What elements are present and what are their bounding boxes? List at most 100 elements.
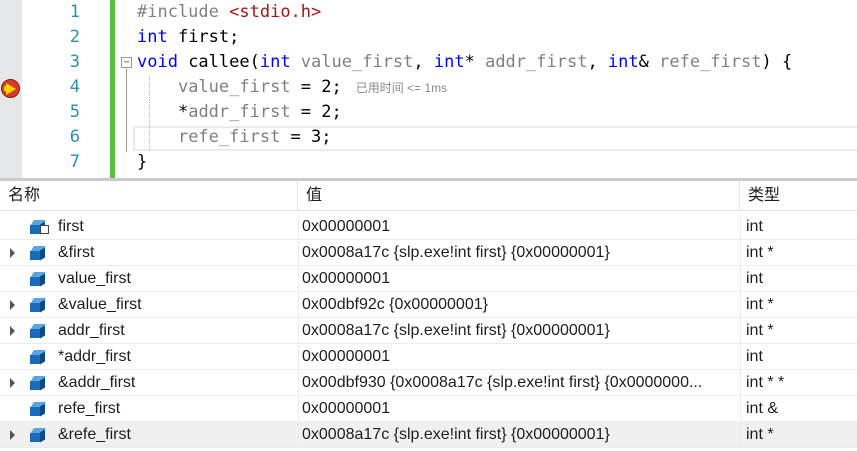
perf-tip[interactable]: 已用时间 <= 1ms xyxy=(356,81,447,95)
code-line-6[interactable]: refe_first = 3; xyxy=(137,125,332,150)
watch-type-cell[interactable]: int xyxy=(746,214,857,240)
static-badge-icon xyxy=(40,225,49,234)
code-area[interactable]: − #include <stdio.h> int first; void cal… xyxy=(115,0,857,178)
code-text: = 3; xyxy=(280,127,332,147)
variable-icon xyxy=(30,298,46,313)
watch-window[interactable]: 名称 值 类型 first 0x00000001 int &first 0x0008a1… xyxy=(0,178,857,451)
watch-type-cell[interactable]: int & xyxy=(746,396,857,422)
column-divider xyxy=(298,318,299,344)
variable-icon xyxy=(30,376,46,391)
column-divider xyxy=(740,344,741,370)
watch-row[interactable]: &addr_first 0x00dbf930 {0x0008a17c {slp.e… xyxy=(0,370,857,396)
watch-value-cell[interactable]: 0x00dbf92c {0x00000001} xyxy=(302,292,740,318)
column-header-type[interactable]: 类型 xyxy=(740,181,857,211)
variable-icon xyxy=(30,350,46,365)
watch-type-cell[interactable]: int * * xyxy=(746,370,857,396)
code-text: } xyxy=(137,152,148,172)
column-divider xyxy=(740,240,741,266)
keyword: int xyxy=(607,52,639,72)
watch-type-cell[interactable]: int * xyxy=(746,422,857,448)
column-divider xyxy=(298,396,299,422)
watch-name-cell[interactable]: &addr_first xyxy=(58,370,296,396)
watch-row[interactable]: value_first 0x00000001 int xyxy=(0,266,857,292)
code-line-3[interactable]: void callee(int value_first, int* addr_f… xyxy=(137,50,792,75)
code-text: * xyxy=(177,102,189,122)
watch-type-cell[interactable]: int * xyxy=(746,240,857,266)
column-divider xyxy=(298,214,299,240)
watch-row[interactable]: &value_first 0x00dbf92c {0x00000001} int * xyxy=(0,292,857,318)
line-number: 1 xyxy=(69,2,80,22)
column-divider xyxy=(298,240,299,266)
line-number: 3 xyxy=(69,52,80,72)
watch-name-cell[interactable]: &first xyxy=(58,240,296,266)
breakpoint-margin[interactable] xyxy=(0,0,22,178)
column-divider xyxy=(298,292,299,318)
variable-icon xyxy=(30,324,46,339)
watch-row[interactable]: refe_first 0x00000001 int & xyxy=(0,396,857,422)
parameter-name: addr_first xyxy=(188,102,291,122)
watch-type-cell[interactable]: int xyxy=(746,344,857,370)
code-line-4[interactable]: value_first = 2; 已用时间 <= 1ms xyxy=(137,75,447,100)
code-line-2[interactable]: int first; xyxy=(137,25,239,50)
parameter-name: value_first xyxy=(290,52,414,72)
watch-name-cell[interactable]: *addr_first xyxy=(58,344,296,370)
instruction-pointer-arrow-icon xyxy=(6,83,16,95)
expand-arrow-icon[interactable] xyxy=(10,430,15,440)
code-line-5[interactable]: *addr_first = 2; xyxy=(137,100,342,125)
watch-value-cell[interactable]: 0x00dbf930 {0x0008a17c {slp.exe!int firs… xyxy=(302,370,740,396)
column-header-name[interactable]: 名称 xyxy=(0,181,298,211)
expand-arrow-icon[interactable] xyxy=(10,248,15,258)
column-divider xyxy=(740,214,741,240)
line-number: 6 xyxy=(69,127,80,147)
keyword: int xyxy=(433,52,465,72)
watch-value-cell[interactable]: 0x0008a17c {slp.exe!int first} {0x000000… xyxy=(302,422,740,448)
watch-name-cell[interactable]: addr_first xyxy=(58,318,296,344)
expand-arrow-icon[interactable] xyxy=(10,300,15,310)
watch-row[interactable]: addr_first 0x0008a17c {slp.exe!int first}… xyxy=(0,318,857,344)
watch-row[interactable]: &first 0x0008a17c {slp.exe!int first} {0x… xyxy=(0,240,857,266)
line-number: 2 xyxy=(69,27,80,47)
watch-type-cell[interactable]: int xyxy=(746,266,857,292)
watch-value-cell[interactable]: 0x00000001 xyxy=(302,396,740,422)
parameter-name: value_first xyxy=(177,77,291,97)
code-text: * xyxy=(464,52,486,72)
watch-name-cell[interactable]: value_first xyxy=(58,266,296,292)
watch-type-cell[interactable]: int * xyxy=(746,292,857,318)
expand-arrow-icon[interactable] xyxy=(10,378,15,388)
watch-type-cell[interactable]: int * xyxy=(746,318,857,344)
parameter-name: refe_first xyxy=(659,52,762,72)
watch-name-cell[interactable]: &value_first xyxy=(58,292,296,318)
column-divider xyxy=(298,266,299,292)
column-divider xyxy=(298,344,299,370)
include-path: <stdio.h> xyxy=(229,2,322,22)
watch-value-cell[interactable]: 0x0008a17c {slp.exe!int first} {0x000000… xyxy=(302,240,740,266)
column-divider xyxy=(298,422,299,448)
preprocessor-directive: #include xyxy=(137,2,219,22)
line-number: 4 xyxy=(69,77,80,97)
expand-arrow-icon[interactable] xyxy=(10,326,15,336)
code-line-1[interactable]: #include <stdio.h> xyxy=(137,0,321,25)
watch-name-cell[interactable]: first xyxy=(58,214,296,240)
watch-name-cell[interactable]: refe_first xyxy=(58,396,296,422)
code-text: & xyxy=(638,52,660,72)
code-text: first; xyxy=(167,27,240,47)
watch-name-cell[interactable]: &refe_first xyxy=(58,422,296,448)
watch-value-cell[interactable]: 0x0008a17c {slp.exe!int first} {0x000000… xyxy=(302,318,740,344)
watch-row[interactable]: &refe_first 0x0008a17c {slp.exe!int first… xyxy=(0,422,857,448)
watch-header: 名称 值 类型 xyxy=(0,181,857,211)
collapse-region-icon[interactable]: − xyxy=(121,57,132,68)
keyword: int xyxy=(259,52,291,72)
watch-row[interactable]: first 0x00000001 int xyxy=(0,214,857,240)
watch-value-cell[interactable]: 0x00000001 xyxy=(302,344,740,370)
code-text: = 2; xyxy=(290,102,342,122)
column-divider xyxy=(298,370,299,396)
watch-value-cell[interactable]: 0x00000001 xyxy=(302,214,740,240)
code-line-7[interactable]: } xyxy=(137,150,147,175)
breakpoint-current-statement-icon[interactable] xyxy=(1,79,20,98)
watch-value-cell[interactable]: 0x00000001 xyxy=(302,266,740,292)
column-divider xyxy=(740,396,741,422)
parameter-name: addr_first xyxy=(485,52,588,72)
code-editor[interactable]: 1 2 3 4 5 6 7 − #include <stdio.h> int f… xyxy=(0,0,857,178)
column-header-value[interactable]: 值 xyxy=(298,181,740,211)
watch-row[interactable]: *addr_first 0x00000001 int xyxy=(0,344,857,370)
